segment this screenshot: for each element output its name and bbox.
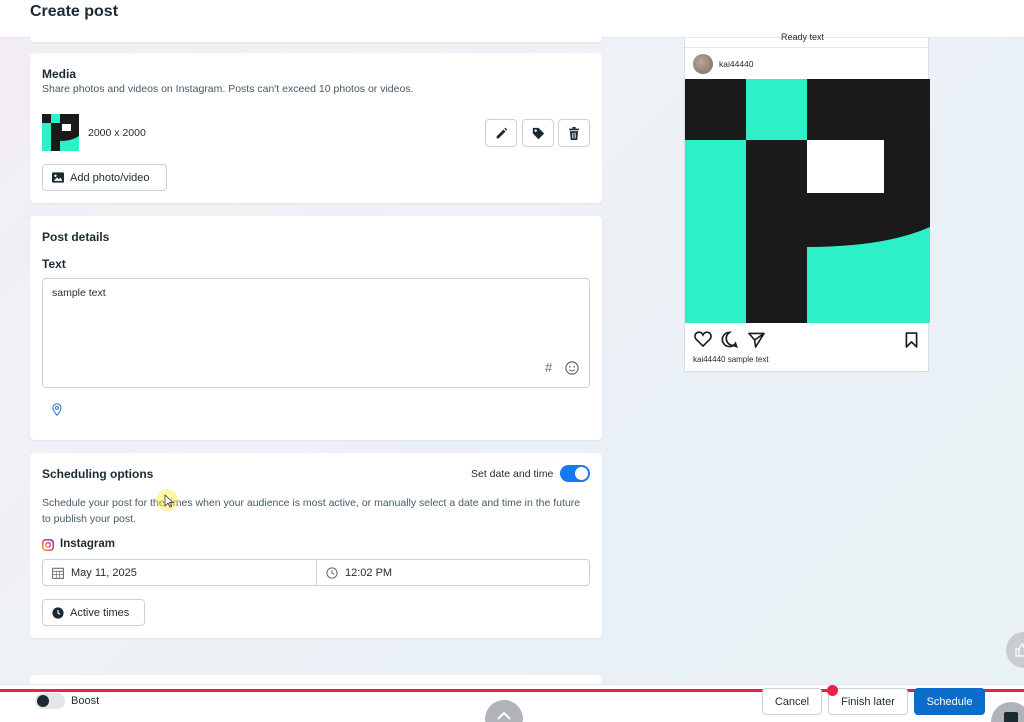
media-description: Share photos and videos on Instagram. Po… bbox=[42, 83, 414, 95]
active-times-button[interactable]: Active times bbox=[42, 599, 145, 626]
corner-app-icon bbox=[1004, 712, 1018, 722]
location-icon[interactable] bbox=[52, 403, 62, 416]
set-date-time-label: Set date and time bbox=[471, 468, 554, 480]
pencil-icon bbox=[496, 127, 507, 138]
time-value: 12:02 PM bbox=[345, 566, 393, 579]
clock-icon bbox=[326, 566, 338, 579]
date-field[interactable]: May 11, 2025 bbox=[42, 559, 317, 586]
calendar-icon bbox=[52, 567, 64, 579]
time-field[interactable]: 12:02 PM bbox=[316, 559, 590, 586]
preview-top-text: Ready text bbox=[781, 32, 825, 42]
scheduling-title: Scheduling options bbox=[42, 467, 154, 481]
add-photo-video-button[interactable]: Add photo/video bbox=[42, 164, 167, 191]
post-text-value: sample text bbox=[52, 287, 106, 299]
tag-media-button[interactable] bbox=[522, 119, 554, 147]
clock-filled-icon bbox=[52, 606, 64, 619]
preview-caption: kai44440 sample text bbox=[693, 355, 769, 364]
preview-avatar bbox=[693, 54, 713, 74]
thumb-icon bbox=[1015, 643, 1024, 657]
floating-action-button[interactable] bbox=[1006, 632, 1024, 668]
boost-toggle-knob bbox=[37, 695, 49, 707]
boost-label: Boost bbox=[71, 695, 100, 707]
post-preview: Ready text kai44440 kai44440 sample text bbox=[684, 32, 930, 372]
instagram-icon bbox=[42, 539, 54, 551]
finish-later-button[interactable]: Finish later bbox=[828, 688, 908, 715]
date-value: May 11, 2025 bbox=[71, 566, 137, 579]
post-text-field[interactable]: sample text # bbox=[42, 278, 590, 388]
save-bookmark-icon[interactable] bbox=[905, 332, 918, 348]
active-times-label: Active times bbox=[70, 606, 130, 619]
media-thumbnail[interactable] bbox=[42, 114, 79, 151]
like-icon[interactable] bbox=[694, 331, 712, 347]
photo-icon bbox=[52, 172, 64, 183]
share-icon[interactable] bbox=[748, 332, 765, 348]
page-title: Create post bbox=[30, 3, 119, 20]
comment-icon[interactable] bbox=[721, 331, 738, 348]
add-photo-video-label: Add photo/video bbox=[70, 171, 150, 184]
preview-image bbox=[685, 79, 930, 323]
media-title: Media bbox=[42, 67, 77, 81]
cursor-icon bbox=[164, 494, 174, 508]
trash-icon bbox=[569, 126, 579, 140]
toggle-knob bbox=[575, 467, 588, 480]
boost-toggle[interactable] bbox=[35, 693, 65, 709]
schedule-button[interactable]: Schedule bbox=[914, 688, 985, 715]
previous-section-card bbox=[30, 30, 602, 42]
chevron-up-icon bbox=[497, 712, 511, 720]
set-date-time-toggle[interactable] bbox=[560, 465, 590, 482]
edit-media-button[interactable] bbox=[485, 119, 517, 147]
tag-icon bbox=[532, 127, 544, 139]
video-progress-dot[interactable] bbox=[827, 685, 838, 696]
cancel-button[interactable]: Cancel bbox=[762, 688, 822, 715]
text-label: Text bbox=[42, 257, 66, 271]
delete-media-button[interactable] bbox=[558, 119, 590, 147]
scheduling-description: Schedule your post for the times when yo… bbox=[42, 497, 581, 525]
platform-label: Instagram bbox=[60, 538, 115, 550]
hashtag-icon[interactable]: # bbox=[545, 360, 552, 375]
preview-username: kai44440 bbox=[719, 59, 754, 69]
post-details-title: Post details bbox=[42, 230, 110, 244]
media-dimensions: 2000 x 2000 bbox=[88, 127, 146, 139]
emoji-icon[interactable] bbox=[565, 361, 579, 375]
